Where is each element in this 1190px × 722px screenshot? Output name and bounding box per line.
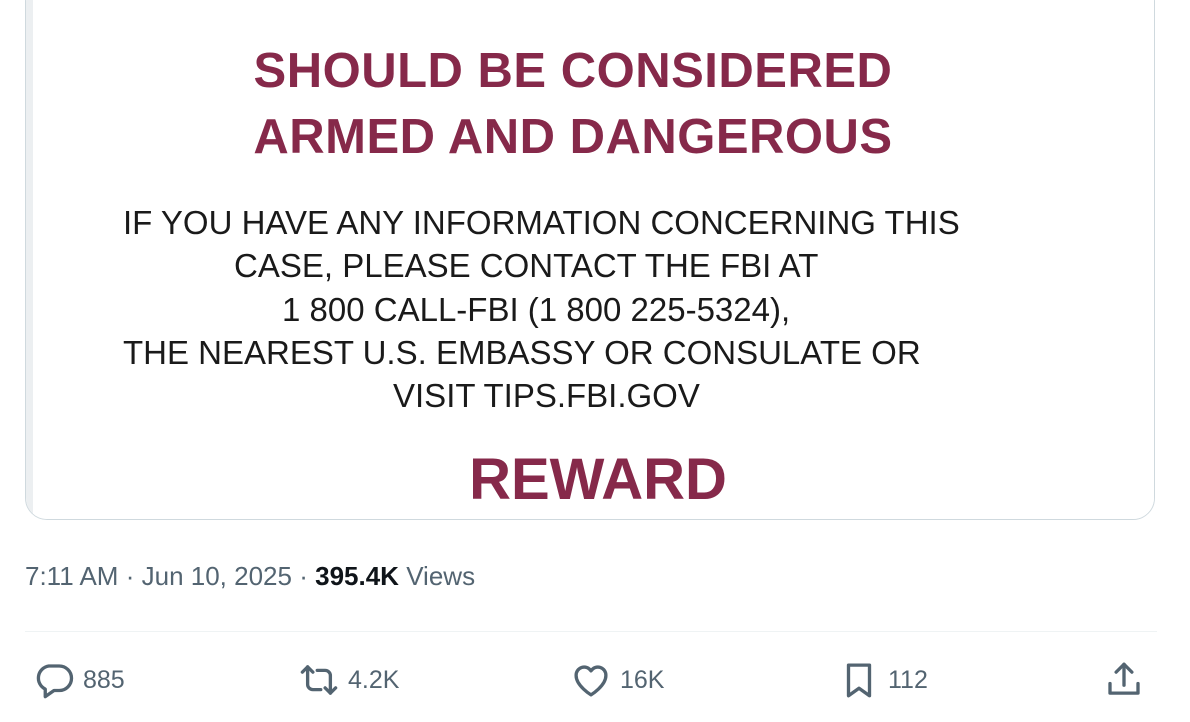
like-count: 16K [620,665,665,694]
reply-count: 885 [83,665,125,694]
poster-reward-heading: REWARD [469,447,727,512]
poster-info-line: CASE, PLEASE CONTACT THE FBI AT [234,247,819,284]
poster-info-line: VISIT TIPS.FBI.GOV [393,377,700,414]
like-button[interactable]: 16K [570,656,664,704]
views-count[interactable]: 395.4K [315,561,399,591]
poster-info-line: THE NEAREST U.S. EMBASSY OR CONSULATE OR [123,334,921,371]
poster-warning-line-2: ARMED AND DANGEROUS [253,110,893,164]
reply-icon [33,659,75,701]
meta-separator: · [299,561,308,591]
tweet-metadata: 7:11 AM · Jun 10, 2025 · 395.4K Views [25,561,475,592]
divider [25,631,1157,632]
bookmark-button[interactable]: 112 [838,656,928,704]
tweet-media-card[interactable]: SHOULD BE CONSIDERED ARMED AND DANGEROUS… [25,0,1155,520]
reply-button[interactable]: 885 [33,656,125,704]
heart-icon [570,659,612,701]
bookmark-count: 112 [888,665,928,694]
share-icon [1103,659,1145,701]
tweet-time[interactable]: 7:11 AM [25,561,118,591]
views-label[interactable]: Views [406,561,475,591]
poster-warning-line-1: SHOULD BE CONSIDERED [253,44,893,98]
tweet-date[interactable]: Jun 10, 2025 [142,561,292,591]
repost-icon [298,659,340,701]
bookmark-icon [838,659,880,701]
repost-button[interactable]: 4.2K [298,656,399,704]
repost-count: 4.2K [348,665,400,694]
poster-info-line: 1 800 CALL-FBI (1 800 225-5324), [282,291,791,328]
fbi-wanted-poster-image[interactable]: SHOULD BE CONSIDERED ARMED AND DANGEROUS… [33,0,1154,519]
poster-edge [26,0,33,519]
share-button[interactable] [1103,656,1145,704]
poster-info-line: IF YOU HAVE ANY INFORMATION CONCERNING T… [123,204,960,241]
meta-separator: · [125,561,135,591]
